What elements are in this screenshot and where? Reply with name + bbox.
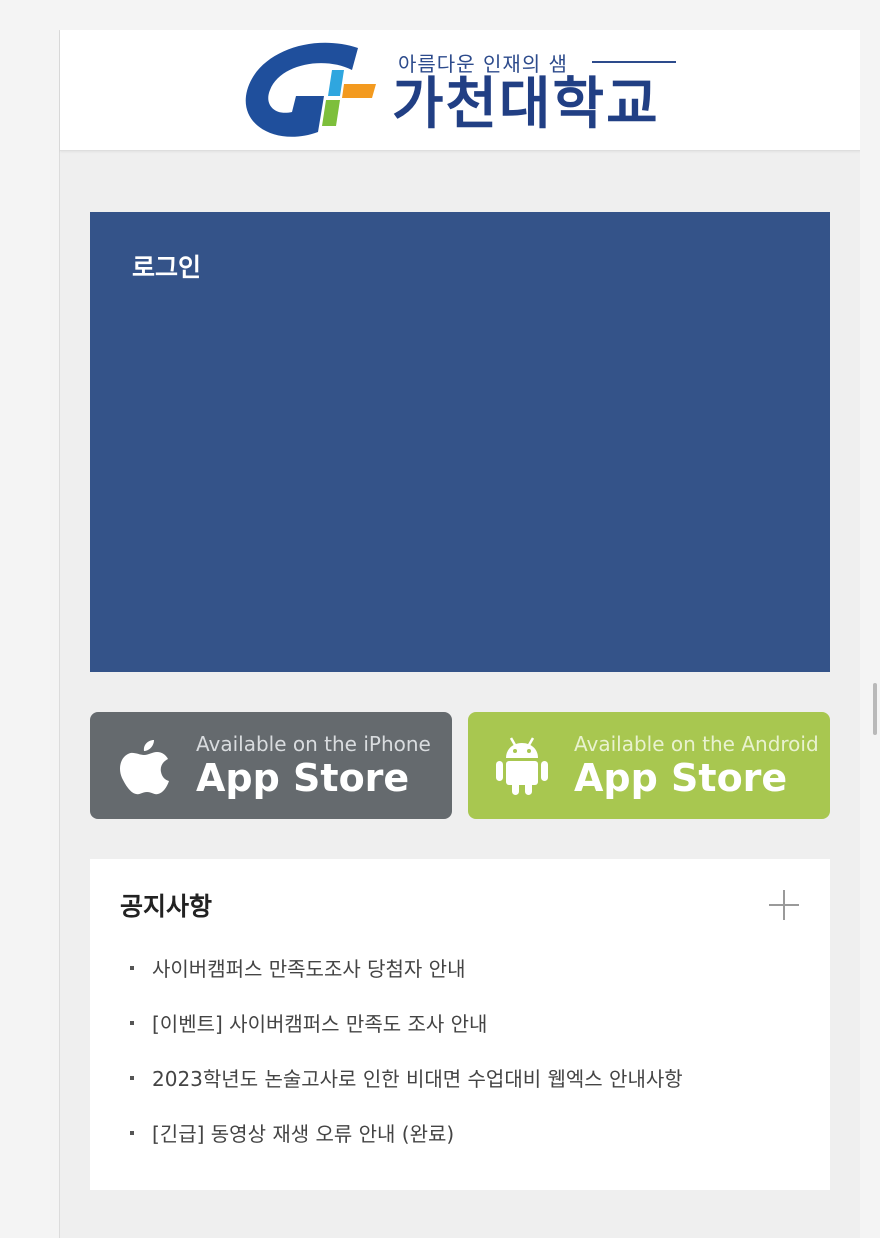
logo-university-name: 가천대학교 (392, 72, 660, 137)
iphone-store-label: App Store (196, 756, 410, 800)
notice-section: 공지사항 사이버캠퍼스 만족도조사 당첨자 안내 [이벤트] 사이버캠퍼스 만족… (90, 859, 830, 1190)
gachon-emblem-icon (245, 42, 376, 137)
page-container: 아름다운 인재의 샘 가천대학교 로그인 Available on the iP… (59, 30, 861, 1238)
bullet-icon (130, 966, 134, 970)
login-panel: 로그인 (90, 212, 830, 672)
bullet-icon (130, 1021, 134, 1025)
iphone-store-subtitle: Available on the iPhone (196, 732, 431, 756)
notice-item-text[interactable]: [이벤트] 사이버캠퍼스 만족도 조사 안내 (152, 1012, 487, 1036)
notice-item[interactable]: [긴급] 동영상 재생 오류 안내 (완료) (130, 1118, 683, 1173)
university-logo[interactable]: 아름다운 인재의 샘 가천대학교 (240, 36, 690, 144)
notice-title: 공지사항 (120, 892, 213, 921)
bullet-icon (130, 1131, 134, 1135)
android-store-subtitle: Available on the Android (574, 732, 819, 756)
apple-icon (120, 740, 169, 795)
bullet-icon (130, 1076, 134, 1080)
android-store-label: App Store (574, 756, 788, 800)
android-app-store-button[interactable]: Available on the Android App Store (468, 712, 830, 819)
notice-item[interactable]: [이벤트] 사이버캠퍼스 만족도 조사 안내 (130, 1008, 683, 1063)
tagline-divider (592, 61, 676, 63)
notice-item-text[interactable]: [긴급] 동영상 재생 오류 안내 (완료) (152, 1122, 454, 1146)
scrollbar-thumb[interactable] (873, 683, 877, 735)
window-gutter (860, 30, 880, 1238)
notice-list: 사이버캠퍼스 만족도조사 당첨자 안내 [이벤트] 사이버캠퍼스 만족도 조사 … (130, 953, 683, 1173)
notice-item[interactable]: 사이버캠퍼스 만족도조사 당첨자 안내 (130, 953, 683, 1008)
iphone-app-store-button[interactable]: Available on the iPhone App Store (90, 712, 452, 819)
notice-item[interactable]: 2023학년도 논술고사로 인한 비대면 수업대비 웹엑스 안내사항 (130, 1063, 683, 1118)
site-header: 아름다운 인재의 샘 가천대학교 (60, 30, 861, 151)
android-icon (496, 737, 548, 795)
notice-item-text[interactable]: 사이버캠퍼스 만족도조사 당첨자 안내 (152, 957, 465, 981)
plus-icon[interactable] (767, 888, 801, 922)
notice-item-text[interactable]: 2023학년도 논술고사로 인한 비대면 수업대비 웹엑스 안내사항 (152, 1067, 683, 1091)
login-title[interactable]: 로그인 (132, 248, 201, 284)
